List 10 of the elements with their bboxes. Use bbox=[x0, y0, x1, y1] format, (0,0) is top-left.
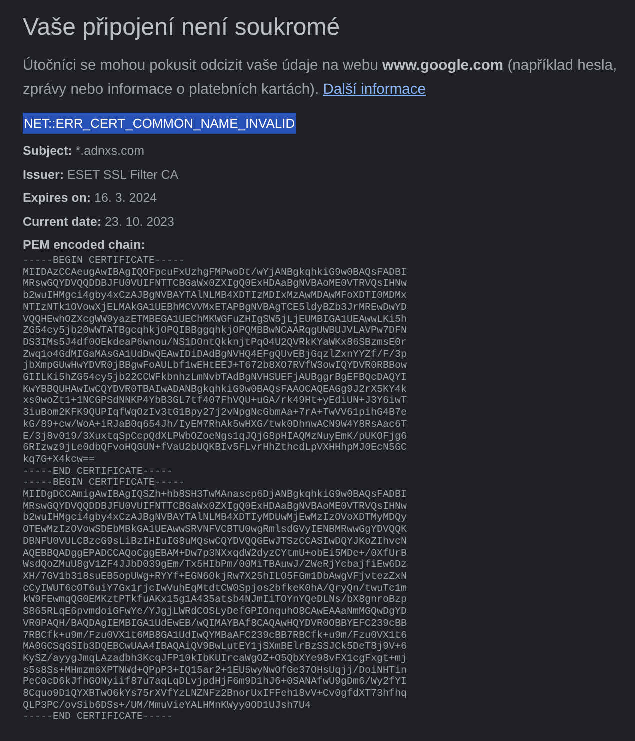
certificate-text: -----BEGIN CERTIFICATE----- MIIDAzCCAeugAwIBAgIQOFpcuFxUzhgFMPwoDt/wYjANBgkqhkiG9w0BAQsFADBI MRswGQYDVQQDDBJFU0VUIFNTTCBGaWx0ZXIgQ0ExHDAaBgNVBAoME0VTRVQsIHNw b2wuIHMgci4gby4xCzAJBgNVBAYTAlNLMB4XDTIzMDIxMzAwMDAwMFoXDTI0MDMx NTIzNTk1OVowXjELMAkGA1UEBhMCVVMxETAPBgNVBAgTCE5ldyBZb3JrMREwDwYD VQQHEwhOZXcgWW9yazETMBEGA1UEChMKWGFuZHIgSW5jLjEUMBIGA1UEAwwLKi5h ZG54cy5jb20wWTATBgcqhkjOPQIBBggqhkjOPQMBBwNCAARqgUWBUJVLAVPw7DFN DS3IMs5J4df0OEkdeaP6wnou/NS1DOntQkknjtPqO4U2QVRkKYaWKx86SBzmsE0r Zwq1o4GdMIGaMAsGA1UdDwQEAwIDiDAdBgNVHQ4EFgQUvEBjGqzlZxnYYZf/F/3p jbXmpGUwHwYDVR0jBBgwFoAULbf1wEHtEEJ+T672b8XO7RVfW3owIQYDVR0RBBow GIILKi5hZG54cy5jb22CCWFkbnhzLmNvbTAdBgNVHSUEFjAUBggrBgEFBQcDAQYI KwYBBQUHAwIwCQYDVR0TBAIwADANBgkqhkiG9w0BAQsFAAOCAQEAGg9J2rX5KY4k xs0woZt1+1NCGPSdNNKP4YbB3GL7tf407FhVQU+uGA/rk49Ht+yEdiUN+J3Y6iwT 3iuBom2KFK9QUPIqfWqOzIv3tG1Bpy27j2vNpgNcGbmAa+7rA+TwVV61pihG4B7e kG/89+cw/WoA+iRJaB0q654Jh/IyEM7RhAk5wHXG/twk0DhnwACN9W4Y8RsAac6T E/3j8v019/3XuxtqSpCcpQdXLPWbOZoeNgs1qJQjG8pHIAQMzNuyEmK/pUKOFjg6 6RIzwz9jLe0dbQFvoHQGUN+fVaU2bUQKBIv5FLvrHhZthcdLpVXHHhpMJ0EcN5GC kq7G+X4kcw== -----END CERTIFICATE----- -----BEGIN CERTIFICATE----- MIIDgDCCAmigAwIBAgIQSZh+hb8SH3TwMAnascp6DjANBgkqhkiG9w0BAQsFADBI MRswGQYDVQQDDBJFU0VUIFNTTCBGaWx0ZXIgQ0ExHDAaBgNVBAoME0VTRVQsIHNw b2wuIHMgci4gby4xCzAJBgNVBAYTAlNLMB4XDTIyMDUwMjEwMzIzOVoXDTMyMDQy OTEwMzIzOVowSDEbMBkGA1UEAwwSRVNFVCBTU0wgRmlsdGVyIENBMRwwGgYDVQQK DBNFU0VULCBzcG9sLiBzIHIuIG8uMQswCQYDVQQGEwJTSzCCASIwDQYJKoZIhvcN AQEBBQADggEPADCCAQoCggEBAM+Dw7p3NXxqdW2dyzCYtmU+obEi5MDe+/0XfUrB WsdQoZMuU8gV1ZF4JJbD039gEm/Tx5HIbPm/00MiTBAuwJ/ZWeRjYcbajfiEw6Dz XH/7GV1b318suEB5opUWg+RYYf+EGN60kjRw7X25hILO5FGm1DbAwgVFjvtezZxN cCyIWUT6cOT6uiY7Gx1rjcIwVuhEqMtdtCW0Spjos2bfkeK0hA/QryQn/twuTc1m kW9FEwmqQG0EMKztPTkfuAKx15g1A435atsb4NJmIiTOYnYQeDLNs/bX8gnroBzp S865RLqE6pvmdoiGFwYe/YJgjLWRdCOSLyDefGPIOnquhO8CAwEAAaNmMGQwDgYD VR0PAQH/BAQDAgIEMBIGA1UdEwEB/wQIMAYBAf8CAQAwHQYDVR0OBBYEFC239cBB 7RBCfk+u9m/Fzu0VX1t6MB8GA1UdIwQYMBaAFC239cBB7RBCfk+u9m/Fzu0VX1t6 MA0GCSqGSIb3DQEBCwUAA4IBAQAiQV9BwLutEY1jSXmBElrBzSSJCk5DeT8j9V+6 KySZ/ayygJmqLAzadbh3KcqJFP10kIbKUIrcaWgOZ+O5QbXYe98vFX1cgFxgt+mj s5s8Ss+MHmzm6XPTNWd+QPpP3+IQ15ar2+1EU5wyNwOfGe37OHsUqjj/DoiNHTin PeC0cD6kJfhGONyiif87u7aqLqDLvjpdHjF6m9D1hJ6+0SANAfwU9gDm6/Wy2fYI 8Cquo9D1QYXBTwO6kYs75rXVfYzLNZNFz2BnorUxIFFeh18vV+Cv0gfdXT73hfhq QLP3PC/ovSib6DSs+/UM/MmuVieYALHMnKWyy0OD1UJsh7U4 -----END CERTIFICATE----- bbox=[23, 256, 408, 724]
detail-text: Subject: *.adnxs.com bbox=[23, 143, 145, 160]
warning-text: Útočníci se mohou pokusit odcizit vaše údaje na webu www.google.com (například hesla, zprávy nebo informace o platebních kartách). Další informace bbox=[23, 56, 618, 100]
pem-label: PEM encoded chain: bbox=[23, 237, 146, 254]
page-title: Vaše připojení není soukromé bbox=[23, 13, 340, 43]
detail-text: Current date: 23. 10. 2023 bbox=[23, 214, 174, 230]
detail-text: Issuer: ESET SSL Filter CA bbox=[23, 166, 179, 184]
learn-more-link[interactable]: Další informace bbox=[323, 82, 426, 98]
detail-text: Expires on: 16. 3. 2024 bbox=[23, 190, 158, 207]
error-code: NET::ERR_CERT_COMMON_NAME_INVALID bbox=[23, 113, 296, 134]
